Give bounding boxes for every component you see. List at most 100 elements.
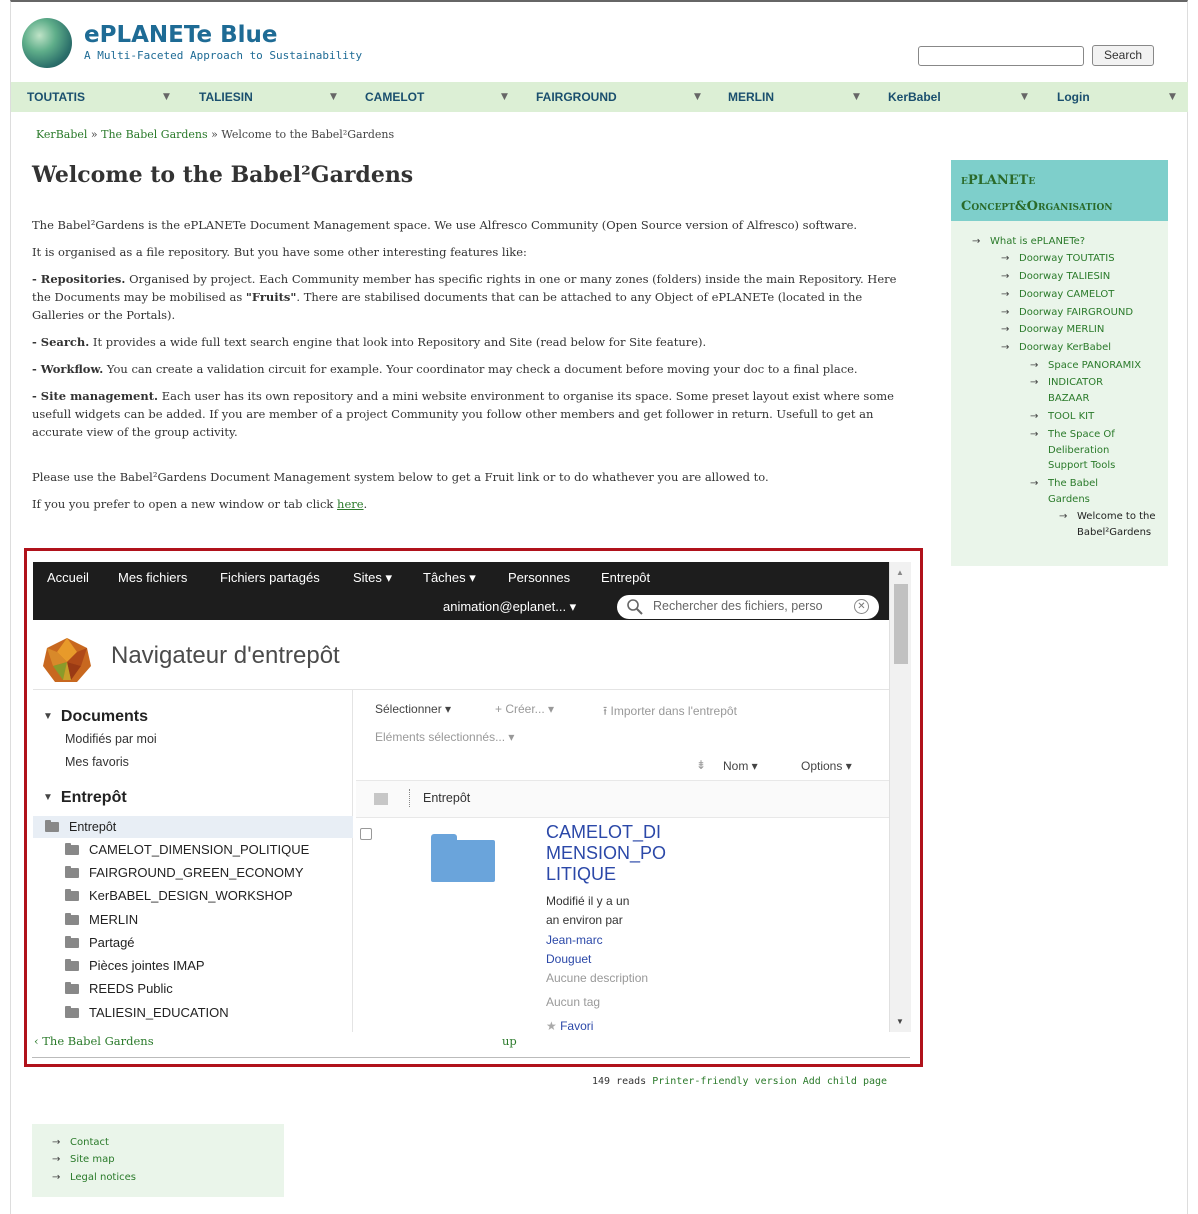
share-nav-my-files[interactable]: Mes fichiers [118,570,187,585]
tree-folder[interactable]: MERLIN [65,912,138,927]
tree-folder-root[interactable]: Entrepôt [45,820,116,834]
sidebar-concept-organisation: ePLANETe Concept&Organisation → What is eP… [951,160,1168,566]
printer-friendly-link[interactable]: Printer-friendly version [652,1076,797,1087]
item-author-link[interactable]: Jean-marc [546,933,603,947]
item-name-link[interactable]: CAMELOT_DIMENSION_POLITIQUE [546,822,676,885]
paragraph: The Babel²Gardens is the ePLANETe Docume… [32,218,858,232]
upload-icon: ⭱ [603,704,611,718]
chevron-down-icon[interactable]: ▼ [330,82,337,112]
nav-item-toutatis[interactable]: TOUTATIS [27,82,85,112]
share-search-box[interactable]: Rechercher des fichiers, perso ✕ [617,595,879,619]
chevron-down-icon[interactable]: ▼ [501,82,508,112]
sort-direction-icon[interactable]: ⇟ [696,758,706,772]
scroll-down-arrow-icon[interactable]: ▼ [896,1017,904,1026]
site-search-input[interactable] [918,46,1084,66]
share-top-bar: Accueil Mes fichiers Fichiers partagés S… [33,562,889,620]
user-menu[interactable]: animation@eplanet... ▾ [443,599,576,615]
sidebar-item[interactable]: → The Space Of Deliberation Support Tools [1030,427,1128,474]
share-nav-people[interactable]: Personnes [508,570,570,585]
tree-folder[interactable]: KerBABEL_DESIGN_WORKSHOP [65,888,293,903]
chevron-down-icon[interactable]: ▼ [853,82,860,112]
chevron-down-icon[interactable]: ▼ [1021,82,1028,112]
alfresco-logo-icon [43,638,91,682]
paragraph-new-window: If you you prefer to open a new window o… [32,497,368,511]
sidebar-item[interactable]: → Doorway TOUTATIS [1001,251,1115,267]
tree-folder[interactable]: CAMELOT_DIMENSION_POLITIQUE [65,842,309,857]
footer-link-legal-notices[interactable]: → Legal notices [52,1172,136,1183]
share-nav-repository[interactable]: Entrepôt [601,570,650,585]
share-nav-shared-files[interactable]: Fichiers partagés [220,570,320,585]
sidebar-item[interactable]: → Space PANORAMIX [1030,358,1158,374]
sidebar-item[interactable]: → Doorway MERLIN [1001,322,1104,338]
folder-icon [65,982,79,994]
book-prev-link[interactable]: ‹ The Babel Gardens [34,1034,154,1048]
nav-item-fairground[interactable]: FAIRGROUND [536,82,617,112]
here-link[interactable]: here [337,497,364,511]
share-search-input[interactable]: Rechercher des fichiers, perso [653,599,843,613]
tree-section-documents[interactable]: ▼ Documents [43,708,148,726]
tree-folder[interactable]: TALIESIN_EDUCATION [65,1005,229,1020]
arrow-right-icon: → [1001,307,1010,318]
favorite-toggle[interactable]: ★ Favori [546,1019,593,1032]
footer-link-contact[interactable]: → Contact [52,1137,109,1148]
sidebar-item-active[interactable]: → Welcome to the Babel²Gardens [1059,509,1161,540]
tree-folder[interactable]: Partagé [65,935,135,950]
tree-link-modified-by-me[interactable]: Modifiés par moi [65,732,157,746]
add-child-page-link[interactable]: Add child page [803,1076,887,1087]
nav-item-kerbabel[interactable]: KerBabel [888,82,941,112]
chevron-down-icon[interactable]: ▼ [694,82,701,112]
site-name[interactable]: ePLANETe Blue [84,22,278,48]
import-button[interactable]: ⭱ Importer dans l'entrepôt [603,702,737,723]
sidebar-item[interactable]: → Doorway KerBabel [1001,340,1111,356]
sidebar-item[interactable]: → What is ePLANETe? [972,234,1085,250]
sidebar-item[interactable]: → Doorway TALIESIN [1001,269,1110,285]
item-author-link[interactable]: Douguet [546,952,591,966]
chevron-down-icon[interactable]: ▼ [163,82,170,112]
tree-folder[interactable]: Pièces jointes IMAP [65,958,205,973]
sidebar-item[interactable]: → INDICATOR BAZAAR [1030,375,1118,406]
select-menu[interactable]: Sélectionner ▾ [375,702,451,716]
breadcrumb-link-babel-gardens[interactable]: The Babel Gardens [101,128,208,141]
nav-item-merlin[interactable]: MERLIN [728,82,774,112]
share-nav-sites[interactable]: Sites ▾ [353,570,392,586]
page-title: Welcome to the Babel²Gardens [32,162,414,188]
tree-section-repository[interactable]: ▼ Entrepôt [43,789,127,807]
tree-folder[interactable]: REEDS Public [65,981,173,996]
paragraph: Please use the Babel²Gardens Document Ma… [32,470,769,484]
tree-link-favorites[interactable]: Mes favoris [65,755,129,769]
item-checkbox[interactable] [360,828,372,840]
options-menu[interactable]: Options ▾ [801,759,852,773]
create-menu[interactable]: + Créer... ▾ [495,702,554,716]
sidebar-item[interactable]: → Doorway FAIRGROUND [1001,305,1133,321]
chevron-down-icon[interactable]: ▼ [1169,82,1176,112]
scroll-thumb[interactable] [894,584,908,664]
folder-up-icon[interactable] [374,793,388,805]
nav-item-camelot[interactable]: CAMELOT [365,82,424,112]
footer-link-site-map[interactable]: → Site map [52,1154,115,1165]
sidebar-item[interactable]: → Doorway CAMELOT [1001,287,1114,303]
clear-icon[interactable]: ✕ [854,599,869,614]
nav-item-taliesin[interactable]: TALIESIN [199,82,253,112]
nav-item-login[interactable]: Login [1057,82,1090,112]
folder-icon[interactable] [431,834,495,882]
arrow-right-icon: → [1059,511,1068,522]
share-nav-tasks[interactable]: Tâches ▾ [423,570,476,586]
site-search-button[interactable]: Search [1092,45,1154,66]
path-label[interactable]: Entrepôt [423,791,470,805]
sidebar-item[interactable]: → The Babel Gardens [1030,476,1108,507]
selected-items-menu[interactable]: Eléments sélectionnés... ▾ [375,730,514,744]
page-content: The Babel²Gardens is the ePLANETe Docume… [32,216,910,522]
tree-folder[interactable]: FAIRGROUND_GREEN_ECONOMY [65,865,304,880]
site-logo[interactable] [22,18,72,68]
share-page-title: Navigateur d'entrepôt [111,642,340,669]
share-nav-home[interactable]: Accueil [47,570,89,585]
breadcrumb-link-kerbabel[interactable]: KerBabel [36,128,87,141]
iframe-scrollbar[interactable]: ▲ ▼ [889,562,911,1032]
sort-by-menu[interactable]: Nom ▾ [723,759,758,773]
paragraph-workflow: - Workflow. You can create a validation … [32,362,858,376]
alfresco-share-iframe[interactable]: Accueil Mes fichiers Fichiers partagés S… [33,562,911,1032]
path-bar: Entrepôt [356,780,889,818]
book-up-link[interactable]: up [502,1034,517,1048]
sidebar-item[interactable]: → TOOL KIT [1030,409,1158,425]
scroll-up-arrow-icon[interactable]: ▲ [896,568,904,577]
